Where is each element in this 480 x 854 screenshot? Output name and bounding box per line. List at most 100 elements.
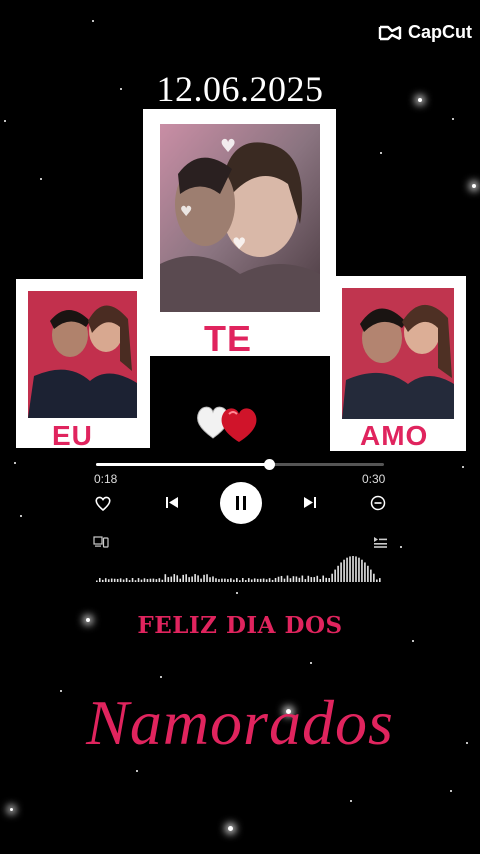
audio-waveform <box>96 556 381 582</box>
waveform-bar <box>244 580 247 582</box>
waveform-bar <box>259 578 262 582</box>
waveform-bar <box>379 578 381 582</box>
next-button[interactable] <box>302 494 318 510</box>
waveform-bar <box>188 577 190 582</box>
star <box>40 178 42 180</box>
waveform-bar <box>355 556 357 582</box>
waveform-bar <box>116 578 119 582</box>
waveform-bar <box>256 578 259 582</box>
waveform-bar <box>107 579 110 582</box>
waveform-bar <box>194 574 196 582</box>
waveform-bar <box>221 578 223 582</box>
star <box>160 676 162 678</box>
waveform-bar <box>167 577 170 582</box>
waveform-bar <box>247 578 250 582</box>
progress-knob[interactable] <box>263 459 275 470</box>
device-icon <box>93 536 109 548</box>
previous-button[interactable] <box>164 494 180 510</box>
waveform-bar <box>218 579 220 582</box>
waveform-bar <box>185 574 187 582</box>
waveform-bar <box>173 574 176 582</box>
waveform-bar <box>316 575 319 582</box>
star <box>462 466 464 468</box>
waveform-bar <box>233 579 235 582</box>
waveform-bar <box>101 579 104 582</box>
svg-text:♥: ♥ <box>232 234 246 253</box>
remove-icon <box>370 495 385 510</box>
heart-outline-icon <box>95 496 111 511</box>
waveform-bar <box>250 579 253 582</box>
waveform-bar <box>161 579 164 582</box>
waveform-bar <box>170 576 173 582</box>
waveform-bar <box>334 569 336 582</box>
waveform-bar <box>164 574 167 582</box>
waveform-bar <box>298 577 301 582</box>
star <box>452 118 454 120</box>
word-te: TE <box>204 318 253 359</box>
star <box>20 515 22 517</box>
waveform-bar <box>134 580 137 582</box>
pause-button[interactable] <box>220 482 262 524</box>
star <box>10 808 13 811</box>
star <box>92 20 94 22</box>
waveform-bar <box>343 559 345 582</box>
waveform-bar <box>110 578 113 582</box>
waveform-bar <box>268 578 271 582</box>
waveform-bar <box>236 578 238 582</box>
total-time: 0:30 <box>362 472 386 486</box>
waveform-bar <box>128 580 131 582</box>
star <box>472 184 476 188</box>
waveform-bar <box>277 576 280 582</box>
like-button[interactable] <box>94 494 112 512</box>
waveform-bar <box>358 557 360 582</box>
waveform-bar <box>212 576 214 582</box>
capcut-watermark: CapCut <box>378 22 472 43</box>
waveform-bar <box>328 578 330 582</box>
waveform-bar <box>227 579 229 582</box>
waveform-bar <box>292 576 295 582</box>
waveform-bar <box>224 578 226 582</box>
star <box>400 546 402 548</box>
waveform-bar <box>271 579 274 582</box>
elapsed-time: 0:18 <box>94 472 118 486</box>
star <box>412 640 414 642</box>
waveform-bar <box>158 578 161 582</box>
waveform-bar <box>200 578 202 582</box>
previous-icon <box>166 496 178 508</box>
star <box>380 152 382 154</box>
star <box>4 120 6 122</box>
waveform-bar <box>119 578 122 582</box>
waveform-bar <box>215 578 217 582</box>
waveform-bar <box>104 578 107 582</box>
waveform-bar <box>241 578 244 582</box>
queue-button[interactable] <box>372 535 388 549</box>
svg-text:♥: ♥ <box>180 204 193 220</box>
waveform-bar <box>346 557 348 582</box>
star <box>310 662 312 664</box>
progress-fill <box>96 463 269 466</box>
waveform-bar <box>310 577 313 582</box>
queue-icon <box>374 537 387 548</box>
waveform-bar <box>286 575 289 582</box>
progress-track[interactable] <box>96 459 384 470</box>
waveform-bar <box>262 578 265 582</box>
message-line-1: FELIZ DIA DOS <box>137 612 343 639</box>
hearts-icon <box>197 406 257 442</box>
waveform-bar <box>98 578 101 582</box>
waveform-bar <box>331 573 333 582</box>
waveform-bar <box>131 578 134 582</box>
star <box>450 790 452 792</box>
waveform-bar <box>239 580 241 582</box>
star <box>236 592 238 594</box>
remove-button[interactable] <box>369 494 386 511</box>
waveform-bar <box>143 578 146 582</box>
waveform-bar <box>253 578 256 582</box>
device-button[interactable] <box>92 535 110 549</box>
waveform-bar <box>203 574 205 582</box>
waveform-bar <box>209 577 211 582</box>
waveform-bar <box>337 565 339 582</box>
center-couple-photo: ♥ ♥ ♥ <box>160 124 320 312</box>
star <box>350 800 352 802</box>
waveform-bar <box>361 559 363 582</box>
waveform-bar <box>113 578 116 582</box>
